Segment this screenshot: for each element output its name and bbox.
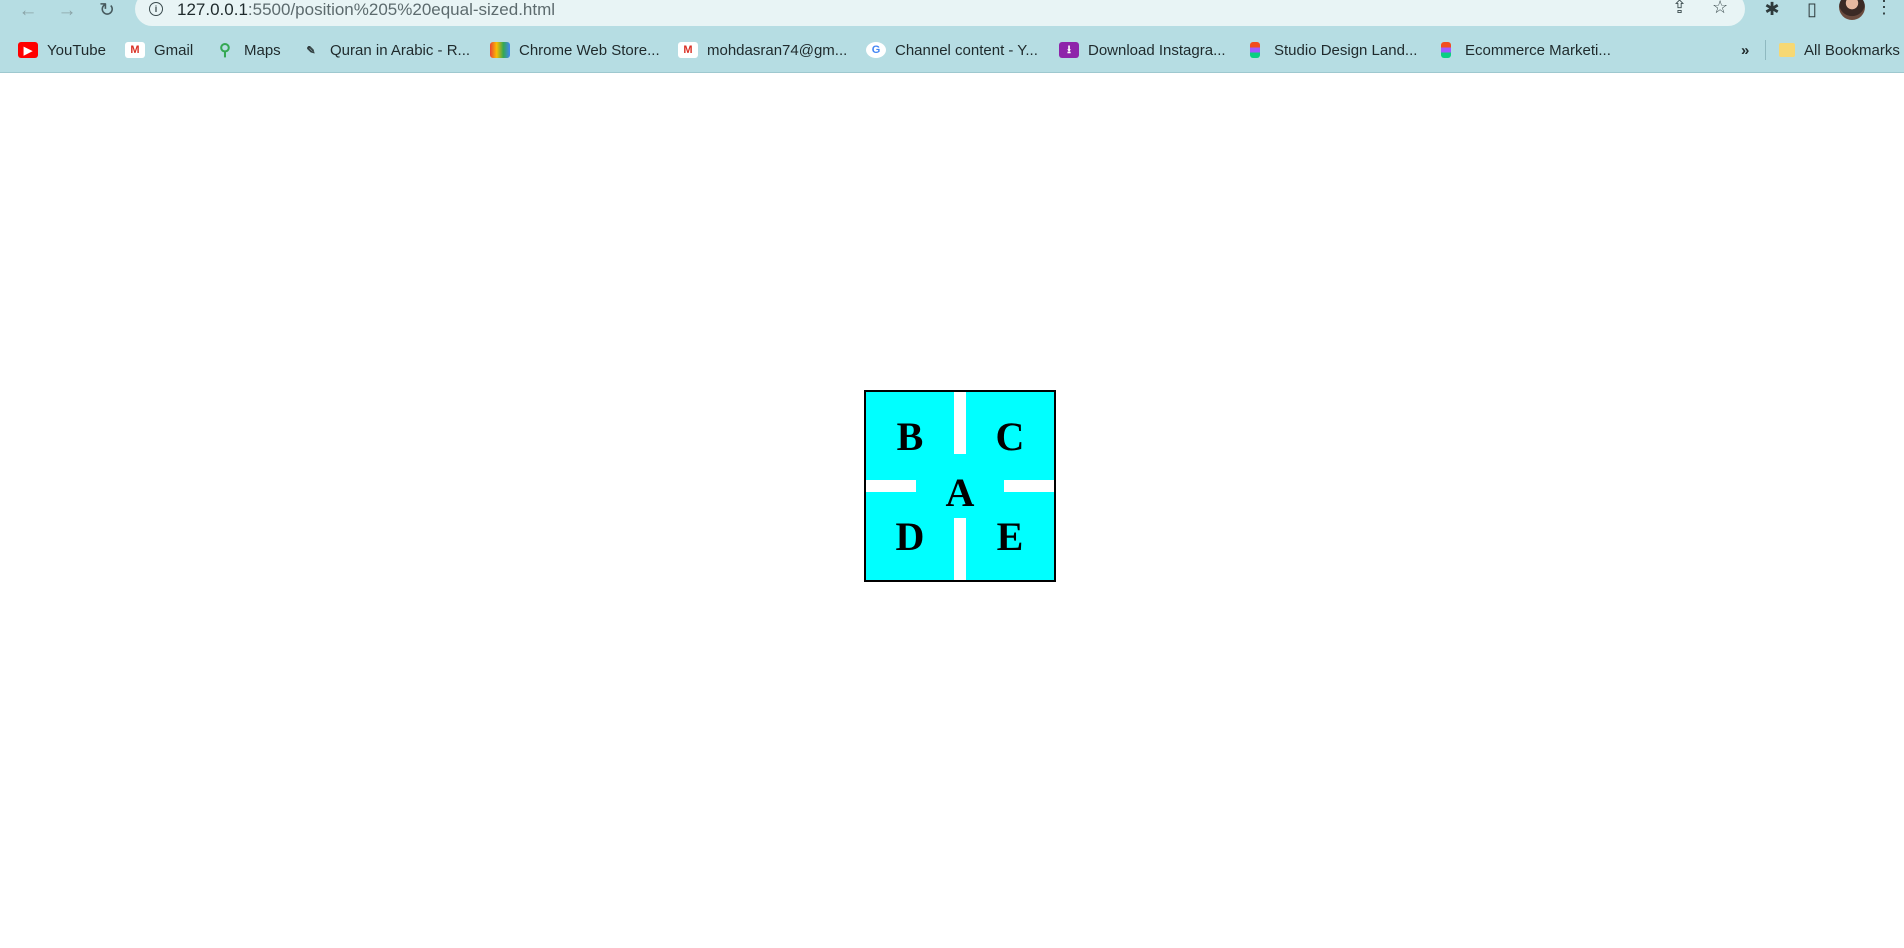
bookmark-label: Gmail [154,41,194,59]
gmail-icon: M [678,42,698,58]
bookmark-label: YouTube [47,41,106,59]
bookmarks-overflow-button[interactable]: » [1741,38,1749,62]
bookmark-youtube[interactable]: ▶ YouTube [18,38,106,62]
bookmark-gmail-account[interactable]: M mohdasran74@gm... [678,38,847,62]
folder-icon [1779,43,1795,57]
figma-icon [1441,42,1451,58]
box-a: A [916,454,1004,518]
box-c-label: C [995,413,1025,459]
bookmark-chrome-web-store[interactable]: Chrome Web Store... [490,38,660,62]
site-info-icon[interactable]: i [149,2,163,16]
all-bookmarks-folder[interactable]: All Bookmarks [1779,38,1900,62]
gmail-icon: M [125,42,145,58]
bookmark-label: Ecommerce Marketi... [1465,41,1611,59]
chrome-web-store-icon [490,42,510,58]
bookmark-label: Quran in Arabic - R... [330,41,471,59]
figma-icon [1250,42,1260,58]
address-url[interactable]: 127.0.0.1:5500/position%205%20equal-size… [177,0,555,20]
browser-menu-icon[interactable]: ⋮ [1874,0,1894,18]
bookmark-star-icon[interactable]: ☆ [1712,0,1728,16]
bookmark-quran[interactable]: ✎ Quran in Arabic - R... [301,38,470,62]
google-icon: G [866,42,886,58]
bookmark-label: Chrome Web Store... [519,41,660,59]
bookmark-ecommerce[interactable]: Ecommerce Marketi... [1436,38,1611,62]
bookmarks-bar: ▶ YouTube M Gmail ⚲ Maps ✎ Quran in Arab… [0,28,1904,73]
all-bookmarks-label: All Bookmarks [1804,41,1900,59]
bookmark-studio-design[interactable]: Studio Design Land... [1245,38,1417,62]
url-path: :5500/position%205%20equal-sized.html [247,0,556,19]
maps-icon: ⚲ [219,42,231,59]
address-bar[interactable]: i 127.0.0.1:5500/position%205%20equal-si… [135,0,1745,26]
box-a-label: A [945,469,975,515]
reload-icon[interactable]: ↻ [93,0,121,20]
bookmark-label: Download Instagra... [1088,41,1226,59]
outer-container: B C D E A [864,390,1056,582]
download-icon: ⭳ [1059,42,1079,58]
quran-icon: ✎ [306,44,316,57]
bookmark-label: Channel content - Y... [895,41,1038,59]
url-host: 127.0.0.1 [177,0,248,19]
youtube-icon: ▶ [18,42,38,58]
box-d-label: D [895,513,925,559]
profile-avatar[interactable] [1839,0,1865,20]
bookmark-label: Studio Design Land... [1274,41,1418,59]
bookmark-maps[interactable]: ⚲ Maps [215,38,281,62]
side-panel-icon[interactable]: ▯ [1799,0,1825,18]
browser-toolbar: ← → ↻ i 127.0.0.1:5500/position%205%20eq… [0,0,1904,28]
share-icon[interactable]: ⇪ [1672,0,1687,16]
bookmark-gmail[interactable]: M Gmail [125,38,193,62]
bookmark-download-instagram[interactable]: ⭳ Download Instagra... [1059,38,1226,62]
back-arrow-icon[interactable]: ← [14,0,42,20]
extensions-puzzle-icon[interactable]: ✱ [1759,0,1785,18]
bookmarks-divider [1765,40,1766,60]
box-b-label: B [896,413,924,459]
bookmark-label: mohdasran74@gm... [707,41,848,59]
forward-arrow-icon[interactable]: → [53,0,81,20]
box-e-label: E [996,513,1024,559]
bookmark-channel-content[interactable]: G Channel content - Y... [866,38,1038,62]
bookmark-label: Maps [244,41,281,59]
